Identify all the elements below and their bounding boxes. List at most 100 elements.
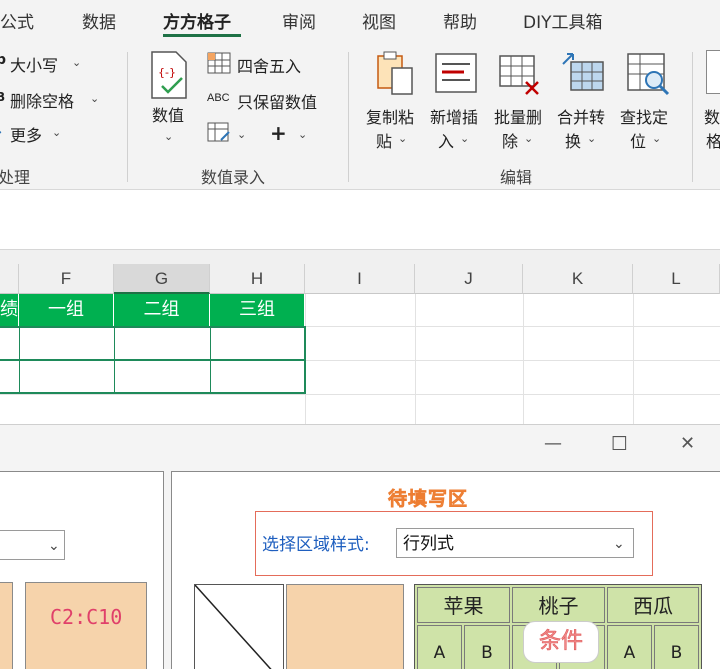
chevron-down-icon: ⌄ [52, 126, 62, 139]
merge-convert-button[interactable]: 合并转 换 ⌄ [555, 50, 613, 160]
number-value-icon: {-} [151, 51, 187, 99]
number-format-button[interactable]: 数 格 [700, 50, 720, 160]
svg-text:{-}: {-} [158, 66, 176, 79]
condition-badge[interactable]: 条件 [523, 621, 599, 663]
number-format-icon [706, 50, 720, 94]
column-header-i[interactable]: I [305, 264, 415, 294]
tab-formulas[interactable]: 公式 [0, 8, 34, 33]
delete-space-label: 删除空格 [10, 92, 75, 111]
case-icon: b [0, 52, 7, 68]
header-cell-group3[interactable]: 三组 [210, 294, 305, 326]
column-header-e[interactable] [0, 264, 19, 294]
fruit-apple-cell: 苹果 [417, 587, 510, 623]
copy-paste-label-line1: 复制粘 [366, 108, 415, 127]
insert-label-line2: 入 [438, 132, 455, 151]
table-edit-icon [207, 122, 230, 142]
number-value-button[interactable]: {-} 数值 ⌄ [148, 50, 194, 160]
tab-data[interactable]: 数据 [82, 8, 116, 33]
sub-b-cell: B [464, 625, 510, 669]
insert-button[interactable]: 新增插 入 ⌄ [428, 50, 486, 160]
batch-delete-icon [499, 55, 539, 95]
merge-label-line2: 换 [565, 132, 582, 151]
chevron-down-icon: ⌄ [652, 132, 662, 145]
sub-b-cell: B [654, 625, 699, 669]
active-tab-indicator [163, 34, 241, 37]
grid-line [415, 294, 416, 424]
grid-line [0, 394, 720, 395]
region-style-select[interactable]: 行列式 ⌄ [396, 528, 634, 558]
merge-convert-icon [562, 53, 604, 91]
left-style-select[interactable]: ⌄ [0, 530, 65, 560]
tab-view[interactable]: 视图 [362, 8, 396, 33]
round-grid-icon [207, 52, 231, 74]
insert-label-line1: 新增插 [430, 108, 479, 127]
keep-number-label: 只保留数值 [237, 93, 318, 112]
chevron-down-icon: ⌄ [72, 56, 82, 69]
batch-delete-button[interactable]: 批量删 除 ⌄ [492, 50, 550, 160]
column-header-g[interactable]: G [114, 264, 210, 294]
ribbon-panel: b 大小写 ⌄ B 删除空格 ⌄ › 更多 ⌄ 处理 {-} 数值 ⌄ 四舍五入… [0, 42, 720, 190]
column-header-h[interactable]: H [210, 264, 305, 294]
case-label: 大小写 [10, 56, 59, 75]
left-sample-box [0, 582, 13, 669]
column-header-f[interactable]: F [19, 264, 114, 294]
insert-rows-icon [435, 53, 477, 93]
chevron-down-icon: ⌄ [48, 538, 60, 554]
fruit-grid-sample: 苹果 桃子 西瓜 A B A B A B 条件 [414, 584, 702, 669]
table-border [114, 326, 115, 394]
formula-bar-area [0, 190, 720, 250]
minimize-icon[interactable]: — [544, 433, 562, 454]
diagonal-sample-box [194, 584, 284, 669]
column-header-j[interactable]: J [415, 264, 523, 294]
tab-fangfanggezi[interactable]: 方方格子 [163, 8, 231, 33]
table-border [0, 359, 305, 361]
sub-a-cell: A [417, 625, 462, 669]
chevron-down-icon: ⌄ [237, 128, 247, 141]
round-button[interactable]: 四舍五入 [207, 52, 301, 78]
batch-delete-label-line2: 除 [502, 132, 519, 151]
merge-label-line1: 合并转 [557, 108, 606, 127]
region-style-frame: 选择区域样式: 行列式 ⌄ [255, 511, 653, 576]
region-style-label: 选择区域样式: [262, 535, 370, 555]
header-cell-group2[interactable]: 二组 [114, 294, 210, 326]
tab-help[interactable]: 帮助 [443, 8, 477, 33]
find-label-line2: 位 [630, 132, 647, 151]
edit-group-label: 编辑 [500, 168, 533, 187]
table-border [0, 326, 305, 328]
table-border [210, 326, 211, 394]
column-header-l[interactable]: L [633, 264, 720, 294]
batch-delete-label-line1: 批量删 [494, 108, 543, 127]
maximize-icon[interactable]: ☐ [611, 433, 628, 455]
number-group-label: 数值录入 [201, 168, 266, 187]
group-divider [348, 52, 349, 182]
chevron-down-icon: ⌄ [398, 132, 408, 145]
left-panel: ⌄ C2:C10 [0, 471, 164, 669]
find-locate-icon [627, 53, 670, 96]
chevron-down-icon: ⌄ [613, 536, 625, 552]
table-dropdown-button[interactable]: ⌄ [207, 122, 246, 148]
fill-area-title: 待填写区 [388, 488, 469, 511]
table-border [304, 326, 306, 394]
fruit-peach-cell: 桃子 [512, 587, 605, 623]
header-cell-score[interactable]: 绩 [0, 294, 19, 326]
tab-diy-toolbox[interactable]: DIY工具箱 [523, 8, 603, 33]
region-style-value: 行列式 [403, 534, 454, 554]
column-header-k[interactable]: K [523, 264, 633, 294]
copy-paste-button[interactable]: 复制粘 贴 ⌄ [364, 50, 422, 160]
group-divider [127, 52, 128, 182]
chevron-down-icon: ⌄ [298, 128, 308, 141]
delete-space-icon: B [0, 90, 6, 104]
copy-paste-label-line2: 贴 [376, 132, 393, 151]
number-format-label-cut: 数 [704, 108, 720, 127]
tab-review[interactable]: 审阅 [282, 8, 316, 33]
format-label-cut: 格 [706, 132, 720, 151]
chevron-down-icon: ⌄ [460, 132, 470, 145]
find-locate-button[interactable]: 查找定 位 ⌄ [618, 50, 678, 160]
diagonal-line-icon [194, 584, 272, 669]
sheet-top-strip [0, 250, 720, 264]
range-sample-box: C2:C10 [25, 582, 147, 669]
close-icon[interactable]: ✕ [680, 433, 695, 454]
header-cell-group1[interactable]: 一组 [19, 294, 114, 326]
range-text: C2:C10 [50, 605, 123, 629]
text-group-label: 处理 [0, 168, 31, 187]
